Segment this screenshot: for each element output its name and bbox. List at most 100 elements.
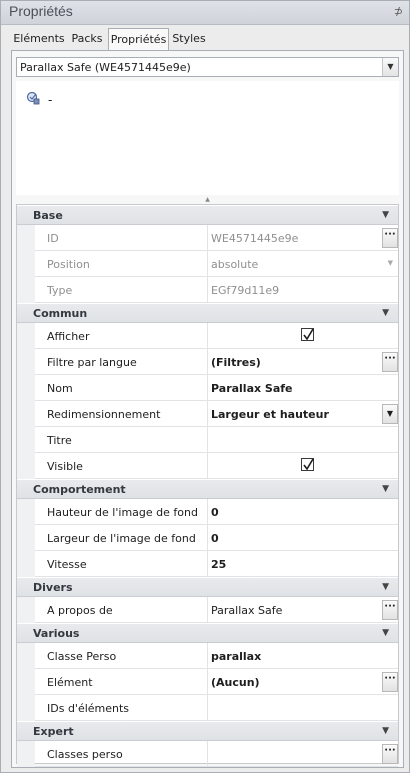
property-row-afficher[interactable]: Afficher xyxy=(17,323,398,349)
column-divider xyxy=(207,741,208,767)
row-gutter xyxy=(17,251,35,277)
property-value: absolute xyxy=(211,258,259,271)
property-row-classes-perso[interactable]: Classes perso ··· xyxy=(17,741,398,767)
row-gutter xyxy=(17,669,35,695)
property-name: Type xyxy=(47,284,73,297)
property-value: Parallax Safe xyxy=(211,604,283,617)
row-gutter xyxy=(17,741,35,767)
column-divider xyxy=(207,597,208,623)
row-gutter xyxy=(17,375,35,401)
pin-icon[interactable]: ⊅ xyxy=(394,5,403,18)
property-value[interactable]: 0 xyxy=(211,532,219,545)
column-divider xyxy=(207,551,208,577)
property-value: (Aucun) xyxy=(211,676,260,689)
property-row-nom[interactable]: Nom Parallax Safe xyxy=(17,375,398,401)
collapse-icon[interactable]: ▼ xyxy=(382,726,389,736)
property-row-hauteur-image[interactable]: Hauteur de l'image de fond 0 xyxy=(17,499,398,525)
property-name: Visible xyxy=(47,460,83,473)
property-row-id[interactable]: ID WE4571445e9e ··· xyxy=(17,225,398,251)
property-row-filtre[interactable]: Filtre par langue (Filtres) ··· xyxy=(17,349,398,375)
column-divider xyxy=(207,277,208,303)
ellipsis-button[interactable]: ··· xyxy=(382,744,398,764)
property-name: Titre xyxy=(47,434,72,447)
row-gutter xyxy=(17,427,35,453)
column-divider xyxy=(207,695,208,721)
collapse-icon[interactable]: ▼ xyxy=(382,582,389,592)
property-value: Largeur et hauteur xyxy=(211,408,329,421)
property-value[interactable]: 0 xyxy=(211,506,219,519)
property-name: Afficher xyxy=(47,330,90,343)
property-value[interactable]: 25 xyxy=(211,558,226,571)
column-divider xyxy=(207,349,208,375)
category-expert[interactable]: Expert ▼ xyxy=(17,721,398,741)
property-row-largeur-image[interactable]: Largeur de l'image de fond 0 xyxy=(17,525,398,551)
category-divers[interactable]: Divers ▼ xyxy=(17,577,398,597)
tab-elements[interactable]: Eléments xyxy=(11,29,67,50)
row-gutter xyxy=(17,349,35,375)
category-commun[interactable]: Commun ▼ xyxy=(17,303,398,323)
property-row-position[interactable]: Position absolute ▼ xyxy=(17,251,398,277)
category-comportement[interactable]: Comportement ▼ xyxy=(17,479,398,499)
property-row-vitesse[interactable]: Vitesse 25 xyxy=(17,551,398,577)
property-value: EGf79d11e9 xyxy=(211,284,280,297)
object-selector-value: Parallax Safe (WE4571445e9e) xyxy=(20,61,191,74)
category-base[interactable]: Base ▼ xyxy=(17,205,398,225)
tab-proprietes[interactable]: Propriétés xyxy=(108,28,169,50)
property-row-visible[interactable]: Visible xyxy=(17,453,398,479)
tab-styles[interactable]: Styles xyxy=(169,29,209,50)
collapse-icon[interactable]: ▼ xyxy=(382,484,389,494)
category-label: Base xyxy=(33,209,63,222)
property-value: WE4571445e9e xyxy=(211,232,299,245)
splitter-handle[interactable]: ▲ xyxy=(16,197,399,203)
column-divider xyxy=(207,453,208,479)
tab-packs[interactable]: Packs xyxy=(67,29,107,50)
ellipsis-button[interactable]: ··· xyxy=(382,352,398,372)
object-selector[interactable]: Parallax Safe (WE4571445e9e) ▼ xyxy=(16,57,399,77)
row-gutter xyxy=(17,525,35,551)
property-row-redimensionnement[interactable]: Redimensionnement Largeur et hauteur ▼ xyxy=(17,401,398,427)
afficher-checkbox[interactable] xyxy=(301,328,314,341)
row-gutter xyxy=(17,499,35,525)
collapse-icon[interactable]: ▼ xyxy=(382,308,389,318)
chevron-down-icon[interactable]: ▼ xyxy=(382,404,398,424)
property-name: Elément xyxy=(47,676,93,689)
chevron-down-icon: ▼ xyxy=(387,259,393,267)
chevron-down-icon[interactable]: ▼ xyxy=(382,58,398,76)
ellipsis-button[interactable]: ··· xyxy=(382,228,398,248)
row-gutter xyxy=(17,453,35,479)
property-grid: Base ▼ ID WE4571445e9e ··· Position abso… xyxy=(16,204,399,767)
column-divider xyxy=(207,499,208,525)
row-gutter xyxy=(17,597,35,623)
property-value[interactable]: parallax xyxy=(211,650,261,663)
column-divider xyxy=(207,225,208,251)
visible-checkbox[interactable] xyxy=(301,458,314,471)
ellipsis-button[interactable]: ··· xyxy=(382,600,398,620)
panel-titlebar: Propriétés ⊅ xyxy=(1,1,409,25)
category-label: Various xyxy=(33,627,80,640)
property-row-element[interactable]: Elément (Aucun) ··· xyxy=(17,669,398,695)
object-preview: - xyxy=(16,81,399,195)
collapse-icon[interactable]: ▼ xyxy=(382,628,389,638)
category-label: Expert xyxy=(33,725,74,738)
property-name: Largeur de l'image de fond xyxy=(47,532,196,545)
property-name: Redimensionnement xyxy=(47,408,161,421)
property-name: Classes perso xyxy=(47,748,123,761)
category-various[interactable]: Various ▼ xyxy=(17,623,398,643)
property-value[interactable]: Parallax Safe xyxy=(211,382,293,395)
property-value: (Filtres) xyxy=(211,356,261,369)
property-name: ID xyxy=(47,232,59,245)
preview-text: - xyxy=(48,93,53,107)
property-row-apropos[interactable]: A propos de Parallax Safe ··· xyxy=(17,597,398,623)
column-divider xyxy=(207,643,208,669)
checkmark-icon xyxy=(303,459,314,471)
collapse-icon[interactable]: ▼ xyxy=(382,210,389,220)
row-gutter xyxy=(17,643,35,669)
column-divider xyxy=(207,669,208,695)
property-row-titre[interactable]: Titre xyxy=(17,427,398,453)
property-row-ids-elements[interactable]: IDs d'éléments xyxy=(17,695,398,721)
property-row-type[interactable]: Type EGf79d11e9 xyxy=(17,277,398,303)
ellipsis-button[interactable]: ··· xyxy=(382,672,398,692)
object-type-icon xyxy=(26,91,40,105)
row-gutter xyxy=(17,277,35,303)
property-row-classe-perso[interactable]: Classe Perso parallax xyxy=(17,643,398,669)
